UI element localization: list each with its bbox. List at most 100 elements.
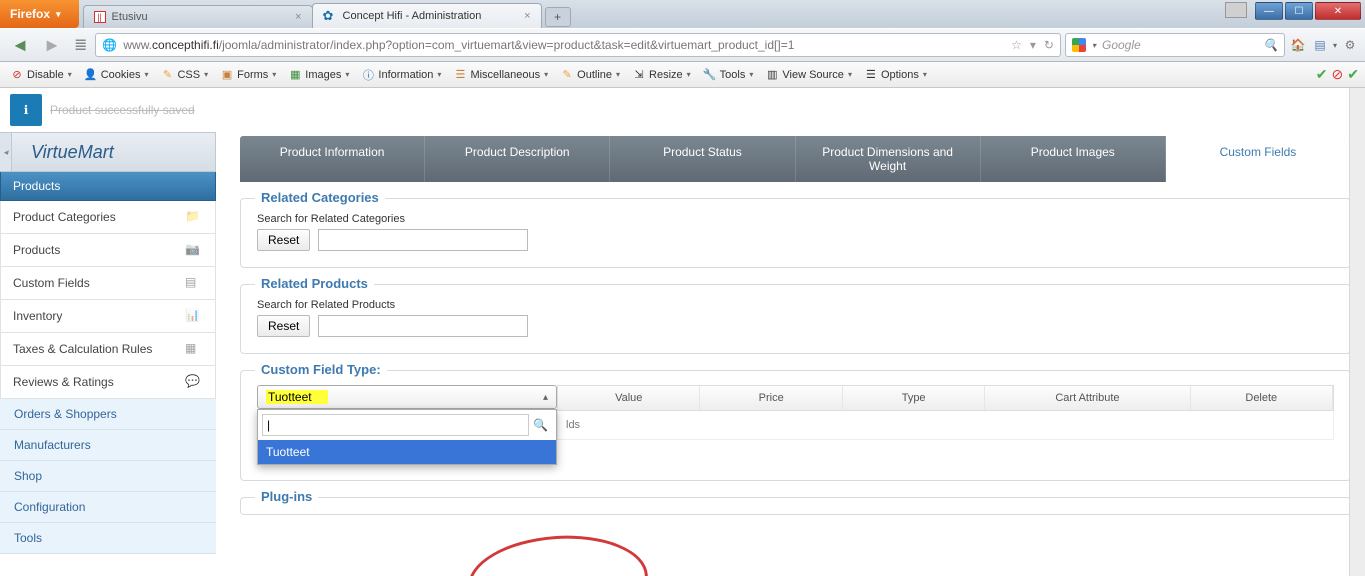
dev-cookies[interactable]: 👤Cookies [80,66,153,84]
related-products-input[interactable] [318,315,528,337]
reset-button[interactable]: Reset [257,229,310,251]
sidebar-item-shop[interactable]: Shop [0,461,216,492]
sidebar: ◂ VirtueMart Products Product Categories… [0,132,216,576]
dev-images[interactable]: ▦Images [284,66,353,84]
related-categories-input[interactable] [318,229,528,251]
bookmark-star-icon[interactable]: ☆ [1011,38,1022,52]
tab-close-icon[interactable]: × [524,10,530,22]
window-close-button[interactable]: ✕ [1315,2,1361,20]
window-minimize-button[interactable]: — [1255,2,1283,20]
tab-groups-button[interactable] [1225,2,1247,18]
dev-disable[interactable]: ⊘Disable [6,66,76,84]
col-value: Value [558,386,700,410]
window-maximize-button[interactable]: ☐ [1285,2,1313,20]
reload-icon[interactable]: ↻ [1044,38,1054,52]
select-dropdown-popup: 🔍 Tuotteet [257,409,557,465]
custom-field-type-panel: Custom Field Type: Tuotteet ▴ 🔍 Tuotteet [240,370,1351,481]
search-icon[interactable]: 🔍 [1263,38,1278,52]
browser-tab-active[interactable]: Concept Hifi - Administration × [312,3,542,28]
forward-button[interactable]: ► [38,32,66,58]
validation-pass-icon[interactable]: ✔ [1316,66,1328,83]
favicon-icon: || [94,11,106,23]
dev-resize[interactable]: ⇲Resize [628,66,695,84]
select-option[interactable]: Tuotteet [258,440,556,464]
speech-icon: 💬 [185,374,203,390]
home-icon[interactable]: 🏠 [1289,36,1307,54]
dev-outline[interactable]: ✎Outline [556,66,624,84]
chevron-up-icon: ▴ [543,392,548,403]
dev-forms[interactable]: ▣Forms [216,66,280,84]
dropdown-arrow-icon[interactable]: ▾ [1092,41,1096,50]
sidebar-item-products[interactable]: Products📷 [0,234,216,267]
validation-fail-icon[interactable]: ⊘ [1332,66,1344,83]
search-box[interactable]: ▾ Google 🔍 [1065,33,1285,57]
browser-titlebar: Firefox || Etusivu × Concept Hifi - Admi… [0,0,1365,28]
sidebar-item-manufacturers[interactable]: Manufacturers [0,430,216,461]
tab-product-description[interactable]: Product Description [425,136,610,182]
product-tabs: Product Information Product Description … [240,136,1351,182]
chart-icon: 📊 [185,308,203,324]
sidebar-item-product-categories[interactable]: Product Categories📁 [0,201,216,234]
dropdown-arrow-icon[interactable]: ▾ [1333,41,1337,50]
tab-custom-fields[interactable]: Custom Fields [1166,136,1351,182]
feed-icon[interactable]: ▤ [1311,36,1329,54]
dropdown-arrow-icon[interactable]: ▾ [1030,38,1036,52]
browser-nav-toolbar: ◄ ► ≣ 🌐 www.concepthifi.fi/joomla/admini… [0,28,1365,62]
validation-pass-icon[interactable]: ✔ [1347,66,1359,83]
col-type: Type [843,386,985,410]
firefox-menu-button[interactable]: Firefox [0,0,79,28]
vertical-scrollbar[interactable] [1349,88,1365,576]
sidebar-item-orders[interactable]: Orders & Shoppers [0,399,216,430]
dev-view-source[interactable]: ▥View Source [761,66,856,84]
tab-product-status[interactable]: Product Status [610,136,795,182]
dev-options[interactable]: ☰Options [860,66,931,84]
tab-title: Etusivu [112,11,148,23]
tab-product-dimensions[interactable]: Product Dimensions and Weight [796,136,981,182]
sidebar-item-tools[interactable]: Tools [0,523,216,554]
browser-tab[interactable]: || Etusivu × [83,5,313,28]
dev-miscellaneous[interactable]: ☰Miscellaneous [449,66,552,84]
favicon-icon [323,9,337,23]
new-tab-button[interactable]: + [545,7,571,27]
back-button[interactable]: ◄ [6,32,34,58]
url-bar[interactable]: 🌐 www.concepthifi.fi/joomla/administrato… [95,33,1061,57]
reset-button[interactable]: Reset [257,315,310,337]
custom-field-type-select[interactable]: Tuotteet ▴ [257,385,557,409]
web-developer-toolbar: ⊘Disable 👤Cookies ✎CSS ▣Forms ▦Images ⓘI… [0,62,1365,88]
dev-css[interactable]: ✎CSS [156,66,212,84]
search-placeholder: Google [1102,38,1141,52]
dev-information[interactable]: ⓘInformation [357,66,445,84]
toolbar-extra-icon[interactable]: ⚙ [1341,36,1359,54]
status-info-icon: ℹ [10,94,42,126]
annotation-circle [465,530,651,576]
url-domain: concepthifi.fi [152,38,219,52]
dev-tools[interactable]: 🔧Tools [699,66,758,84]
select-search-input[interactable] [262,414,529,436]
tab-title: Concept Hifi - Administration [343,10,482,22]
tab-close-icon[interactable]: × [295,11,301,23]
google-icon [1072,38,1086,52]
reload-list-icon[interactable]: ≣ [70,35,91,55]
sidebar-section-products[interactable]: Products [0,172,216,201]
virtuemart-logo[interactable]: ◂ VirtueMart [0,132,216,172]
sidebar-item-taxes[interactable]: Taxes & Calculation Rules▦ [0,333,216,366]
sidebar-collapse-icon[interactable]: ◂ [0,133,12,171]
field-label: Search for Related Products [257,299,1334,311]
select-current-value: Tuotteet [266,390,328,404]
status-message-bar: ℹ Product successfully saved [0,88,1365,132]
plugins-panel: Plug-ins [240,497,1351,515]
panel-legend: Plug-ins [255,489,318,504]
sidebar-item-inventory[interactable]: Inventory📊 [0,300,216,333]
grid-icon: ▦ [185,341,203,357]
status-message-text: Product successfully saved [50,103,195,117]
tab-product-information[interactable]: Product Information [240,136,425,182]
globe-icon: 🌐 [102,38,117,52]
sidebar-item-custom-fields[interactable]: Custom Fields▤ [0,267,216,300]
url-path: /joomla/administrator/index.php?option=c… [219,38,795,52]
tab-product-images[interactable]: Product Images [981,136,1166,182]
col-price: Price [700,386,842,410]
table-placeholder-row: lds [557,411,1334,440]
related-categories-panel: Related Categories Search for Related Ca… [240,198,1351,268]
sidebar-item-reviews[interactable]: Reviews & Ratings💬 [0,366,216,399]
sidebar-item-configuration[interactable]: Configuration [0,492,216,523]
